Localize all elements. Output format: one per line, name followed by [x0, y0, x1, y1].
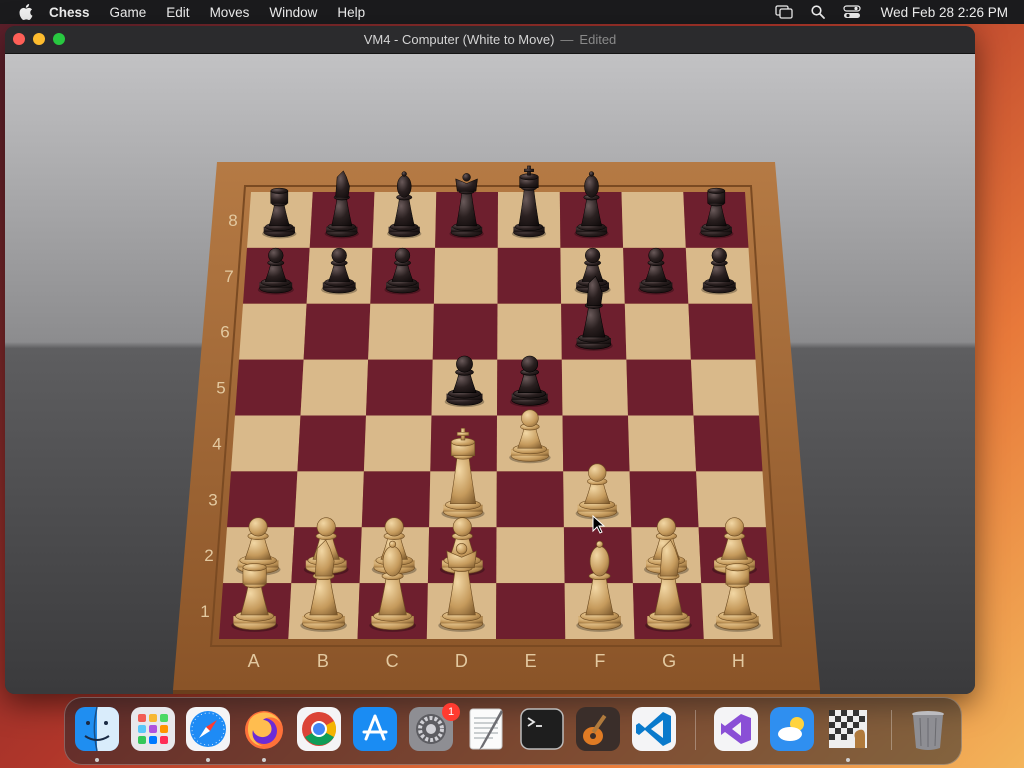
- board-square-g8[interactable]: [621, 192, 686, 248]
- board-square-a6[interactable]: [239, 303, 307, 360]
- board-square-c6[interactable]: [368, 303, 434, 360]
- board-square-e2[interactable]: [496, 527, 565, 584]
- board-square-b5[interactable]: [300, 359, 369, 416]
- board-square-e7[interactable]: [497, 247, 562, 304]
- rank-label: 4: [212, 434, 221, 453]
- file-label: B: [317, 651, 329, 671]
- close-window-button[interactable]: [13, 33, 25, 45]
- title-separator: —: [560, 32, 574, 47]
- apple-menu-icon[interactable]: [19, 4, 35, 20]
- safari-running-dot: [206, 758, 210, 762]
- visual-studio-icon[interactable]: [713, 706, 759, 752]
- safari-icon[interactable]: [185, 706, 231, 752]
- file-label: A: [248, 651, 260, 671]
- firefox-running-dot: [262, 758, 266, 762]
- board-square-b4[interactable]: [297, 415, 366, 472]
- dock-divider: [695, 710, 696, 750]
- window-titlebar[interactable]: VM4 - Computer (White to Move) — Edited: [5, 26, 975, 54]
- chess-scene[interactable]: 8 7 6 5 4 3 2 1 A B C D E F G H: [5, 54, 975, 694]
- rank-label: 8: [228, 211, 237, 230]
- minimize-window-button[interactable]: [33, 33, 45, 45]
- control-center-icon[interactable]: [843, 4, 861, 20]
- board-square-g5[interactable]: [626, 359, 694, 416]
- rank-label: 7: [224, 267, 233, 286]
- menu-edit[interactable]: Edit: [166, 5, 189, 20]
- textedit-icon[interactable]: [463, 706, 509, 752]
- launchpad-icon[interactable]: [130, 706, 176, 752]
- board-square-d7[interactable]: [433, 247, 498, 304]
- board-square-g4[interactable]: [628, 415, 697, 472]
- chess-icon[interactable]: [825, 706, 871, 752]
- screen-mirroring-icon[interactable]: [775, 4, 793, 20]
- dock-divider-trash: [891, 710, 892, 750]
- notification-badge: 1: [442, 703, 460, 721]
- board-square-h6[interactable]: [688, 303, 756, 360]
- rank-label: 1: [200, 602, 209, 621]
- zoom-window-button[interactable]: [53, 33, 65, 45]
- menu-moves[interactable]: Moves: [210, 5, 250, 20]
- weather-icon[interactable]: [769, 706, 815, 752]
- app-store-icon[interactable]: [352, 706, 398, 752]
- board-square-f5[interactable]: [561, 359, 628, 416]
- window-title: VM4 - Computer (White to Move): [363, 32, 555, 47]
- menu-help[interactable]: Help: [337, 5, 365, 20]
- firefox-icon[interactable]: [241, 706, 287, 752]
- menu-bar: Chess Game Edit Moves Window Help Wed Fe…: [0, 0, 1024, 24]
- finder-running-dot: [95, 758, 99, 762]
- dock: 1: [64, 697, 962, 765]
- file-label: F: [594, 651, 605, 671]
- rank-label: 2: [204, 546, 213, 565]
- garageband-icon[interactable]: [575, 706, 621, 752]
- board-square-h5[interactable]: [690, 359, 759, 416]
- board-square-d6[interactable]: [432, 303, 498, 360]
- rank-label: 3: [208, 490, 217, 509]
- board-square-b6[interactable]: [303, 303, 371, 360]
- chess-running-dot: [846, 758, 850, 762]
- rank-label: 5: [216, 379, 225, 398]
- board-square-g6[interactable]: [624, 303, 691, 360]
- file-label: D: [455, 651, 468, 671]
- board-square-a4[interactable]: [231, 415, 301, 472]
- finder-icon[interactable]: [74, 706, 120, 752]
- file-label: E: [525, 651, 537, 671]
- terminal-icon[interactable]: [519, 706, 565, 752]
- edited-status[interactable]: Edited: [579, 32, 616, 47]
- board-square-e6[interactable]: [497, 303, 562, 360]
- chrome-icon[interactable]: [296, 706, 342, 752]
- board-square-h4[interactable]: [693, 415, 763, 472]
- board-square-f4[interactable]: [562, 415, 630, 472]
- board-square-c5[interactable]: [366, 359, 433, 416]
- trash-icon[interactable]: [905, 706, 951, 752]
- file-label: C: [386, 651, 399, 671]
- rank-label: 6: [220, 323, 229, 342]
- file-label: H: [732, 651, 745, 671]
- vscode-icon[interactable]: [631, 706, 677, 752]
- file-label: G: [662, 651, 676, 671]
- menu-bar-clock[interactable]: Wed Feb 28 2:26 PM: [881, 5, 1008, 20]
- board-square-c4[interactable]: [363, 415, 432, 472]
- board-square-e1[interactable]: [496, 583, 566, 639]
- chess-window: VM4 - Computer (White to Move) — Edited: [5, 26, 975, 694]
- menu-app-chess[interactable]: Chess: [49, 5, 90, 20]
- menu-window[interactable]: Window: [269, 5, 317, 20]
- board-square-a5[interactable]: [235, 359, 304, 416]
- menu-game[interactable]: Game: [110, 5, 147, 20]
- spotlight-search-icon[interactable]: [809, 4, 827, 20]
- board-square-e3[interactable]: [496, 471, 564, 528]
- board-frame-edge: [173, 690, 820, 694]
